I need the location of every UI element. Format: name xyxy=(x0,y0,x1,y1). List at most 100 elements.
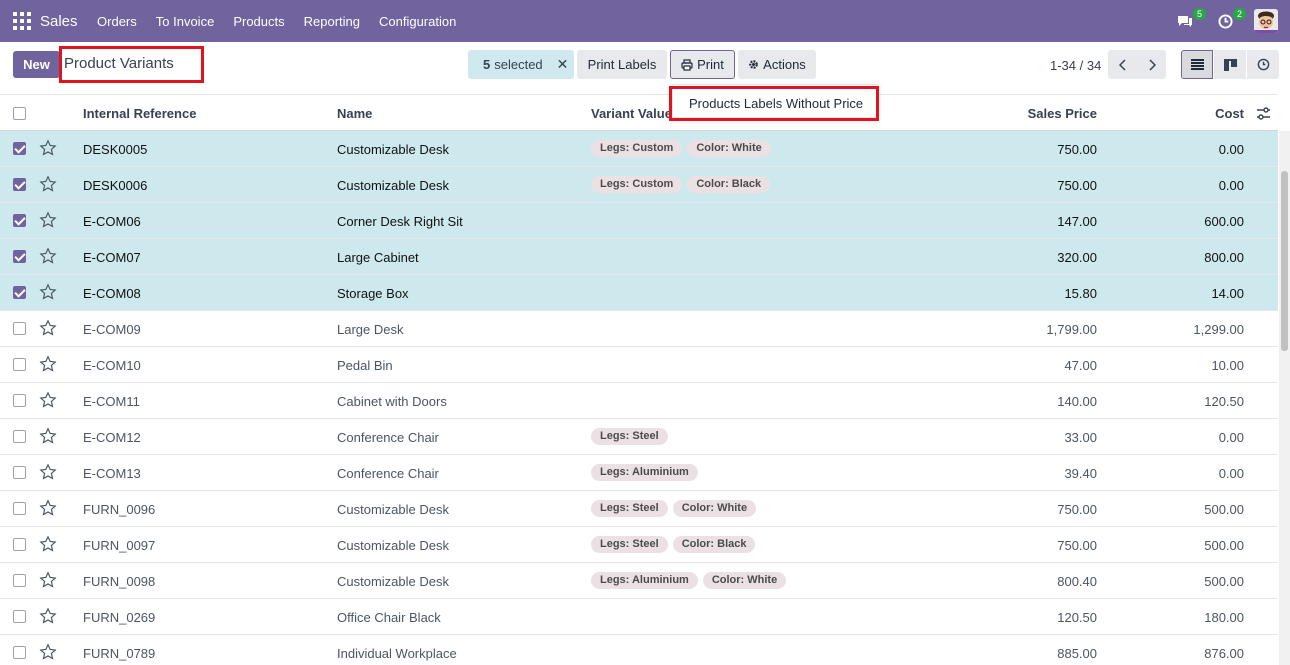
cell-variant-values: Legs: Aluminium Color: White xyxy=(591,572,791,589)
variant-tag: Legs: Steel xyxy=(591,428,668,445)
row-checkbox[interactable] xyxy=(13,358,26,371)
row-checkbox[interactable] xyxy=(13,250,26,263)
table-row[interactable]: E-COM08 Storage Box 15.80 14.00 xyxy=(0,275,1278,311)
scrollbar[interactable] xyxy=(1279,131,1290,665)
row-checkbox[interactable] xyxy=(13,394,26,407)
table-row[interactable]: DESK0005 Customizable Desk Legs: Custom Col… xyxy=(0,131,1278,167)
row-checkbox[interactable] xyxy=(13,502,26,515)
table-row[interactable]: FURN_0789 Individual Workplace 885.00 876.0… xyxy=(0,635,1278,665)
print-labels-button[interactable]: Print Labels xyxy=(577,50,667,79)
star-icon[interactable] xyxy=(39,463,57,481)
select-all-checkbox[interactable] xyxy=(13,107,26,120)
cell-name: Conference Chair xyxy=(337,430,439,445)
cell-name: Customizable Desk xyxy=(337,574,449,589)
menu-reporting[interactable]: Reporting xyxy=(294,14,369,29)
menu-configuration[interactable]: Configuration xyxy=(370,14,466,29)
table-row[interactable]: E-COM11 Cabinet with Doors 140.00 120.50 xyxy=(0,383,1278,419)
table-row[interactable]: FURN_0269 Office Chair Black 120.50 180.00 xyxy=(0,599,1278,635)
cell-cost: 10.00 xyxy=(1211,358,1244,373)
star-icon[interactable] xyxy=(39,391,57,409)
pager-value[interactable]: 1-34 / 34 xyxy=(1050,58,1101,73)
header-variant-values[interactable]: Variant Values xyxy=(591,106,679,121)
row-checkbox[interactable] xyxy=(13,214,26,227)
product-variants-table: Internal Reference Name Variant Values S… xyxy=(0,94,1278,665)
table-row[interactable]: DESK0006 Customizable Desk Legs: Custom Col… xyxy=(0,167,1278,203)
user-avatar[interactable] xyxy=(1254,9,1278,33)
cell-internal-reference: E-COM06 xyxy=(83,214,141,229)
optional-columns-icon[interactable] xyxy=(1257,107,1270,120)
activities-button[interactable]: 2 xyxy=(1214,8,1246,32)
row-checkbox[interactable] xyxy=(13,142,26,155)
list-view-button[interactable] xyxy=(1181,50,1213,79)
row-checkbox[interactable] xyxy=(13,646,26,659)
star-icon[interactable] xyxy=(39,247,57,265)
variant-tag: Legs: Steel xyxy=(591,500,668,517)
apps-grid-icon[interactable] xyxy=(13,12,31,30)
scroll-thumb[interactable] xyxy=(1281,171,1288,351)
row-checkbox[interactable] xyxy=(13,286,26,299)
row-checkbox[interactable] xyxy=(13,538,26,551)
cell-cost: 500.00 xyxy=(1204,538,1244,553)
table-row[interactable]: E-COM12 Conference Chair Legs: Steel 33.00 0… xyxy=(0,419,1278,455)
variant-tag: Color: White xyxy=(687,140,771,157)
table-row[interactable]: FURN_0097 Customizable Desk Legs: Steel Col… xyxy=(0,527,1278,563)
new-button[interactable]: New xyxy=(13,51,60,78)
star-icon[interactable] xyxy=(39,643,57,661)
cell-internal-reference: E-COM09 xyxy=(83,322,141,337)
cell-internal-reference: FURN_0098 xyxy=(83,574,156,589)
cell-cost: 500.00 xyxy=(1204,502,1244,517)
menu-orders[interactable]: Orders xyxy=(88,14,147,29)
cell-sales-price: 1,799.00 xyxy=(1046,322,1097,337)
row-checkbox[interactable] xyxy=(13,466,26,479)
pager-previous-button[interactable] xyxy=(1108,50,1137,79)
row-checkbox[interactable] xyxy=(13,322,26,335)
cell-variant-values: Legs: Custom Color: White xyxy=(591,140,776,157)
table-row[interactable]: E-COM10 Pedal Bin 47.00 10.00 xyxy=(0,347,1278,383)
messages-button[interactable]: 5 xyxy=(1174,8,1206,32)
star-icon[interactable] xyxy=(39,607,57,625)
cell-internal-reference: DESK0006 xyxy=(83,178,148,193)
header-internal-reference[interactable]: Internal Reference xyxy=(83,106,196,121)
messages-badge: 5 xyxy=(1192,8,1206,20)
menu-to-invoice[interactable]: To Invoice xyxy=(146,14,224,29)
pager-next-button[interactable] xyxy=(1137,50,1166,79)
kanban-view-button[interactable] xyxy=(1214,50,1246,79)
header-name[interactable]: Name xyxy=(337,106,372,121)
star-icon[interactable] xyxy=(39,175,57,193)
star-icon[interactable] xyxy=(39,427,57,445)
star-icon[interactable] xyxy=(39,319,57,337)
row-checkbox[interactable] xyxy=(13,430,26,443)
cell-variant-values: Legs: Steel xyxy=(591,428,673,445)
table-row[interactable]: E-COM09 Large Desk 1,799.00 1,299.00 xyxy=(0,311,1278,347)
clear-selection-icon[interactable]: ✕ xyxy=(557,56,569,73)
row-checkbox[interactable] xyxy=(13,178,26,191)
table-row[interactable]: E-COM06 Corner Desk Right Sit 147.00 600.00 xyxy=(0,203,1278,239)
star-icon[interactable] xyxy=(39,535,57,553)
row-checkbox[interactable] xyxy=(13,574,26,587)
app-brand[interactable]: Sales xyxy=(40,13,78,30)
table-row[interactable]: FURN_0098 Customizable Desk Legs: Aluminiu… xyxy=(0,563,1278,599)
cell-internal-reference: FURN_0269 xyxy=(83,610,156,625)
menu-products[interactable]: Products xyxy=(224,14,294,29)
header-cost[interactable]: Cost xyxy=(1215,106,1244,121)
print-button[interactable]: Print xyxy=(670,50,735,79)
actions-button[interactable]: Actions xyxy=(738,50,816,79)
star-icon[interactable] xyxy=(39,283,57,301)
table-header: Internal Reference Name Variant Values S… xyxy=(0,94,1278,131)
star-icon[interactable] xyxy=(39,139,57,157)
star-icon[interactable] xyxy=(39,571,57,589)
table-row[interactable]: E-COM07 Large Cabinet 320.00 800.00 xyxy=(0,239,1278,275)
cell-sales-price: 15.80 xyxy=(1064,286,1097,301)
row-checkbox[interactable] xyxy=(13,610,26,623)
cell-internal-reference: FURN_0096 xyxy=(83,502,156,517)
menu-item-products-labels-without-price[interactable]: Products Labels Without Price xyxy=(689,96,863,111)
activity-view-button[interactable] xyxy=(1247,50,1279,79)
star-icon[interactable] xyxy=(39,355,57,373)
star-icon[interactable] xyxy=(39,211,57,229)
cell-cost: 0.00 xyxy=(1218,142,1244,157)
table-row[interactable]: E-COM13 Conference Chair Legs: Aluminium 39… xyxy=(0,455,1278,491)
variant-tag: Legs: Custom xyxy=(591,140,683,157)
table-row[interactable]: FURN_0096 Customizable Desk Legs: Steel Col… xyxy=(0,491,1278,527)
star-icon[interactable] xyxy=(39,499,57,517)
header-sales-price[interactable]: Sales Price xyxy=(1028,106,1097,121)
